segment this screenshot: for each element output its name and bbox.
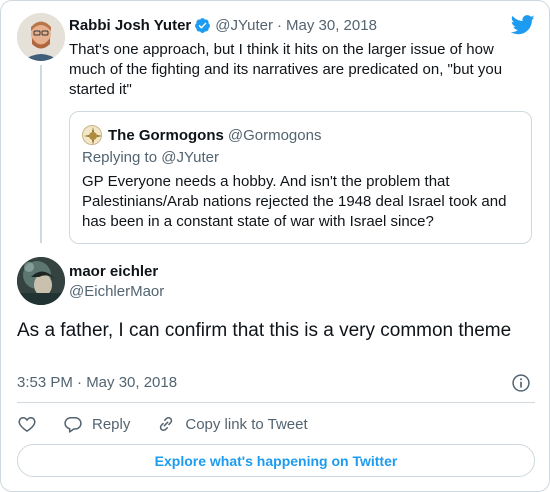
author-handle[interactable]: @Gormogons: [228, 127, 322, 144]
twitter-bird-icon[interactable]: [511, 15, 535, 35]
like-button[interactable]: [17, 414, 37, 434]
tweet-timestamp[interactable]: 3:53 PM · May 30, 2018: [17, 374, 177, 391]
copy-link-label: Copy link to Tweet: [185, 415, 308, 433]
parent-tweet-text: That's one approach, but I think it hits…: [69, 41, 503, 98]
avatar[interactable]: [82, 125, 102, 145]
avatar[interactable]: [17, 13, 65, 61]
tweet-text: As a father, I can confirm that this is …: [17, 320, 512, 341]
tweet-date[interactable]: May 30, 2018: [286, 17, 377, 34]
separator-dot: ·: [277, 17, 283, 34]
heart-icon: [18, 416, 36, 432]
quoted-tweet-header: The Gormogons @Gormogons: [82, 125, 321, 145]
explore-twitter-button[interactable]: Explore what's happening on Twitter: [17, 444, 535, 477]
divider: [17, 402, 535, 403]
author-name[interactable]: The Gormogons: [108, 127, 224, 144]
info-icon[interactable]: [511, 373, 531, 393]
thread-connector-line: [40, 65, 42, 243]
verified-badge-icon: [194, 17, 211, 34]
avatar[interactable]: [17, 257, 65, 305]
tweet-actions: Reply Copy link to Tweet: [17, 411, 334, 437]
quoted-tweet-text: GP Everyone needs a hobby. And isn't the…: [82, 173, 507, 230]
reply-label: Reply: [92, 415, 131, 433]
parent-tweet-header: Rabbi Josh Yuter @JYuter · May 30, 2018: [69, 17, 377, 34]
embedded-tweet-card: Rabbi Josh Yuter @JYuter · May 30, 2018 …: [0, 0, 550, 492]
author-name[interactable]: maor eichler: [69, 263, 158, 280]
reply-icon: [64, 417, 82, 433]
reply-button[interactable]: Reply: [63, 414, 130, 434]
quoted-tweet[interactable]: The Gormogons @Gormogons Replying to @JY…: [69, 111, 532, 244]
replying-to-label: Replying to @JYuter: [82, 149, 219, 166]
link-icon: [160, 416, 173, 432]
author-name[interactable]: Rabbi Josh Yuter: [69, 17, 191, 34]
author-handle[interactable]: @JYuter: [215, 17, 273, 34]
author-handle[interactable]: @EichlerMaor: [69, 283, 164, 300]
copy-link-button[interactable]: Copy link to Tweet: [156, 414, 308, 434]
